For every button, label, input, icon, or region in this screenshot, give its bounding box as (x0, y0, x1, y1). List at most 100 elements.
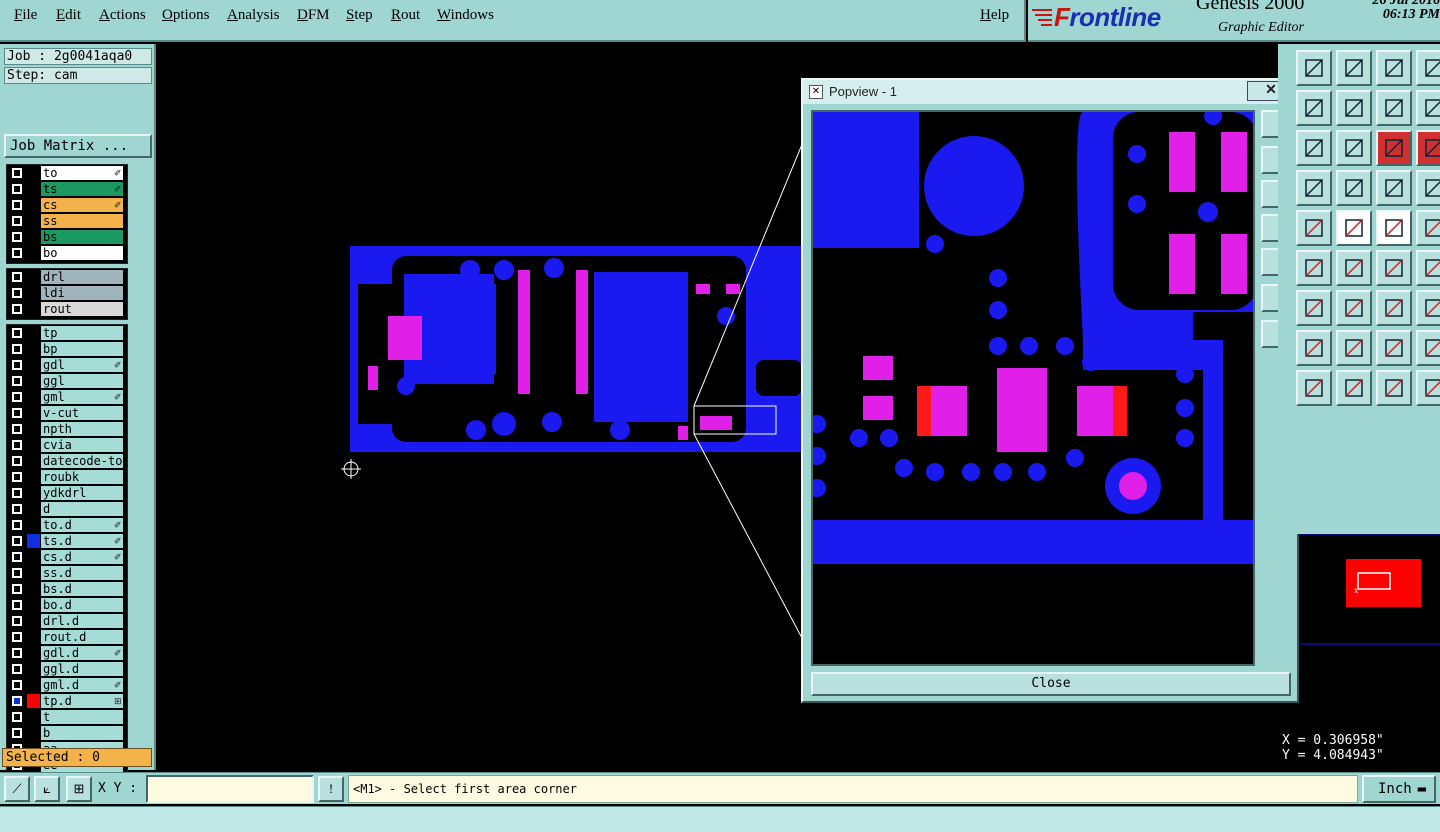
layer-name[interactable]: datecode-to (41, 454, 123, 468)
layer-color-swatch[interactable] (27, 342, 40, 356)
layer-color-swatch[interactable] (27, 198, 40, 212)
popview-close-button[interactable]: Close (811, 672, 1291, 696)
menu-windows[interactable]: Windows (437, 7, 494, 24)
layer-row-t[interactable]: t (7, 709, 127, 725)
layer-name[interactable]: ldi (41, 286, 123, 300)
layer-row-to-d[interactable]: to.d ✐ (7, 517, 127, 533)
ratio-icon[interactable] (1376, 90, 1412, 126)
net-select-icon[interactable] (1416, 130, 1440, 166)
layer-name[interactable]: b (41, 726, 123, 740)
layer-row-tp-d[interactable]: tp.d ⊞ (7, 693, 127, 709)
layer-checkbox[interactable] (12, 216, 22, 226)
layer-name[interactable]: to (41, 166, 123, 180)
layer-checkbox[interactable] (12, 200, 22, 210)
layer-color-swatch[interactable] (27, 270, 40, 284)
layer-color-swatch[interactable] (27, 534, 40, 548)
layer-color-swatch[interactable] (27, 358, 40, 372)
layer-color-swatch[interactable] (27, 678, 40, 692)
resize-icon[interactable] (1416, 290, 1440, 326)
layer-row-ldi[interactable]: ldi (7, 285, 127, 301)
layer-row-drl-d[interactable]: drl.d (7, 613, 127, 629)
menu-step[interactable]: Step (346, 7, 373, 24)
snap-icon[interactable] (1296, 130, 1332, 166)
layer-name[interactable]: gdl.d (41, 646, 123, 660)
connect-icon[interactable] (1296, 290, 1332, 326)
layer-name[interactable]: bp (41, 342, 123, 356)
layer-checkbox[interactable] (12, 472, 22, 482)
angle-a-icon[interactable] (1376, 330, 1412, 366)
pan-icon[interactable] (1296, 90, 1332, 126)
layer-checkbox[interactable] (12, 376, 22, 386)
layer-row-cs-d[interactable]: cs.d ✐ (7, 549, 127, 565)
cut-icon[interactable] (1296, 250, 1332, 286)
layer-checkbox[interactable] (12, 304, 22, 314)
layer-name[interactable]: cs (41, 198, 123, 212)
layer-row-ggl-d[interactable]: ggl.d (7, 661, 127, 677)
layer-name[interactable]: bo.d (41, 598, 123, 612)
layer-name[interactable]: t (41, 710, 123, 724)
layer-color-swatch[interactable] (27, 598, 40, 612)
layer-color-swatch[interactable] (27, 630, 40, 644)
pointer-icon[interactable] (1376, 370, 1412, 406)
layer-name[interactable]: roubk (41, 470, 123, 484)
menu-rout[interactable]: Rout (391, 7, 420, 24)
layer-row-gml[interactable]: gml ✐ (7, 389, 127, 405)
layer-name[interactable]: rout.d (41, 630, 123, 644)
layer-checkbox[interactable] (12, 288, 22, 298)
layer-row-b[interactable]: b (7, 725, 127, 741)
layer-name[interactable]: ss.d (41, 566, 123, 580)
menu-file[interactable]: File (14, 7, 37, 24)
layer-checkbox[interactable] (12, 184, 22, 194)
layer-row-gdl[interactable]: gdl ✐ (7, 357, 127, 373)
layer-color-swatch[interactable] (27, 582, 40, 596)
ruler-icon[interactable] (1376, 170, 1412, 206)
draw-icon[interactable] (1296, 170, 1332, 206)
layer-name[interactable]: ts.d (41, 534, 123, 548)
menu-dfm[interactable]: DFM (297, 7, 330, 24)
layer-checkbox[interactable] (12, 664, 22, 674)
layer-color-swatch[interactable] (27, 438, 40, 452)
layer-color-swatch[interactable] (27, 166, 40, 180)
layer-name[interactable]: to.d (41, 518, 123, 532)
layer-color-swatch[interactable] (27, 230, 40, 244)
menu-edit[interactable]: Edit (56, 7, 81, 24)
layer-checkbox[interactable] (12, 272, 22, 282)
layer-row-to[interactable]: to ✐ (7, 165, 127, 181)
layer-color-swatch[interactable] (27, 694, 40, 708)
point-icon[interactable] (1336, 210, 1372, 246)
cursor-icon[interactable] (1296, 370, 1332, 406)
layer-row-bs-d[interactable]: bs.d (7, 581, 127, 597)
slash-icon[interactable] (1336, 250, 1372, 286)
layer-checkbox[interactable] (12, 232, 22, 242)
angle-icon[interactable] (1336, 330, 1372, 366)
layer-row-ss-d[interactable]: ss.d (7, 565, 127, 581)
layer-checkbox[interactable] (12, 536, 22, 546)
layer-row-ts[interactable]: ts ✐ (7, 181, 127, 197)
layer-name[interactable]: drl.d (41, 614, 123, 628)
layer-color-swatch[interactable] (27, 518, 40, 532)
help-icon[interactable] (1416, 90, 1440, 126)
layer-name[interactable]: v-cut (41, 406, 123, 420)
layer-name[interactable]: ss (41, 214, 123, 228)
xy-input[interactable] (146, 775, 314, 803)
layer-row-v-cut[interactable]: v-cut (7, 405, 127, 421)
snap-icon[interactable]: ⟋ (4, 776, 30, 802)
layer-row-ydkdrl[interactable]: ydkdrl (7, 485, 127, 501)
layer-color-swatch[interactable] (27, 246, 40, 260)
layer-color-swatch[interactable] (27, 470, 40, 484)
layer-checkbox[interactable] (12, 568, 22, 578)
layer-row-datecode-to[interactable]: datecode-to (7, 453, 127, 469)
layer-color-swatch[interactable] (27, 662, 40, 676)
layer-color-swatch[interactable] (27, 214, 40, 228)
path-icon[interactable] (1416, 370, 1440, 406)
layer-color-swatch[interactable] (27, 406, 40, 420)
select-icon[interactable] (1336, 370, 1372, 406)
layer-row-cvia[interactable]: cvia (7, 437, 127, 453)
layer-checkbox[interactable] (12, 504, 22, 514)
layer-checkbox[interactable] (12, 600, 22, 610)
circle-icon[interactable] (1416, 210, 1440, 246)
layer-color-swatch[interactable] (27, 326, 40, 340)
layer-name[interactable]: cvia (41, 438, 123, 452)
layer-color-swatch[interactable] (27, 374, 40, 388)
layer-row-rout-d[interactable]: rout.d (7, 629, 127, 645)
